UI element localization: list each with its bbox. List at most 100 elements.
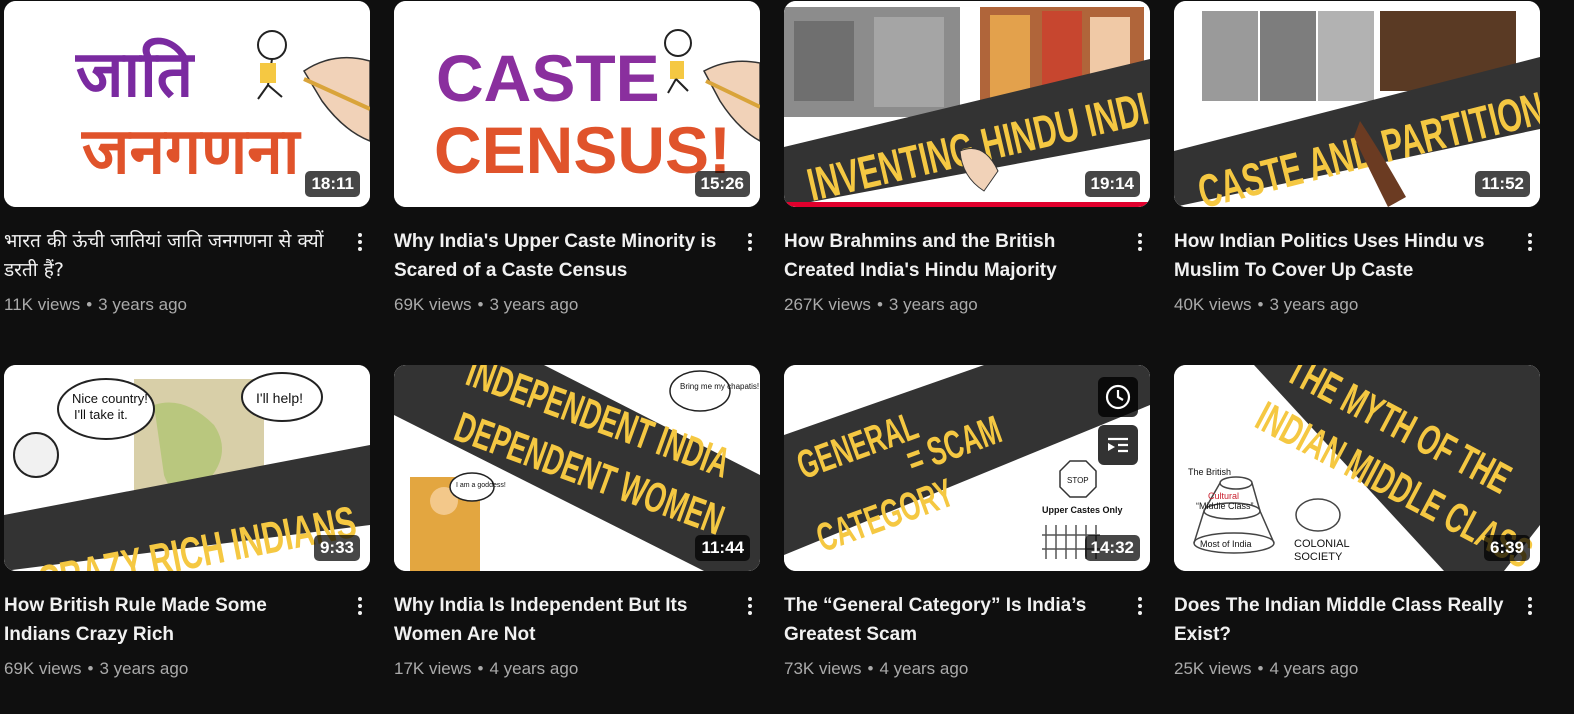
video-info: How British Rule Made Some Indians Crazy… [4,591,372,681]
meta-separator: • [86,295,93,314]
video-meta: 11K views • 3 years ago [4,293,336,317]
more-vert-icon[interactable] [1128,229,1152,255]
video-card[interactable]: THE MYTH OF THE INDIAN MIDDLE CLASS The … [1174,365,1542,681]
video-title[interactable]: The “General Category” Is India’s Greate… [784,591,1116,649]
thumb-text: Upper Castes Only [1042,505,1123,515]
video-title[interactable]: How Indian Politics Uses Hindu vs Muslim… [1174,227,1506,285]
thumb-text: COLONIAL [1294,538,1350,550]
upload-age: 3 years ago [888,295,978,314]
video-title[interactable]: How British Rule Made Some Indians Crazy… [4,591,336,649]
thumb-text: I am a goddess! [456,482,506,489]
watch-progress-bar [784,202,1150,207]
video-info: The “General Category” Is India’s Greate… [784,591,1152,681]
upload-age: 3 years ago [99,659,189,678]
view-count: 40K views [1174,295,1252,314]
thumb-text: Bring me my chapatis! [680,382,759,391]
video-thumbnail[interactable]: Nice country! I'll take it. I'll help! C… [4,365,370,571]
thumb-text: CENSUS! [434,113,731,187]
video-thumbnail[interactable]: CASTE AND PARTITION 11:52 [1174,1,1540,207]
duration-badge: 11:44 [695,535,750,561]
thumb-text: Cultural [1208,491,1239,501]
more-vert-icon[interactable] [738,229,762,255]
video-meta: 17K views • 4 years ago [394,657,726,681]
upload-age: 4 years ago [879,659,969,678]
thumb-text: STOP [1067,476,1089,485]
view-count: 69K views [4,659,82,678]
video-meta: 267K views • 3 years ago [784,293,1116,317]
duration-badge: 11:52 [1475,171,1530,197]
video-title[interactable]: Does The Indian Middle Class Really Exis… [1174,591,1506,649]
video-card[interactable]: जाति जनगणना 18:11 भारत की ऊंची जातियां ज… [4,1,372,317]
add-to-queue-icon[interactable] [1098,425,1138,465]
video-title[interactable]: Why India Is Independent But Its Women A… [394,591,726,649]
video-thumbnail[interactable]: जाति जनगणना 18:11 [4,1,370,207]
more-vert-icon[interactable] [348,593,372,619]
more-vert-icon[interactable] [1518,593,1542,619]
video-card[interactable]: GENERAL CATEGORY = SCAM STOP Upper Caste… [784,365,1152,681]
thumb-text: जाति [75,37,196,112]
meta-separator: • [477,659,484,678]
view-count: 69K views [394,295,472,314]
view-count: 73K views [784,659,862,678]
view-count: 267K views [784,295,871,314]
video-title[interactable]: भारत की ऊंची जातियां जाति जनगणना से क्यो… [4,227,336,285]
video-title[interactable]: Why India's Upper Caste Minority is Scar… [394,227,726,285]
view-count: 11K views [4,295,81,314]
watch-later-icon[interactable] [1098,377,1138,417]
thumb-text: SOCIETY [1294,551,1343,563]
more-vert-icon[interactable] [1518,229,1542,255]
upload-age: 3 years ago [1269,295,1359,314]
video-thumbnail[interactable]: INVENTING HINDU INDIA 19:14 [784,1,1150,207]
upload-age: 4 years ago [1269,659,1359,678]
thumb-text: I'll take it. [74,407,128,422]
video-card[interactable]: INDEPENDENT INDIA DEPENDENT WOMEN Bring … [394,365,762,681]
meta-separator: • [867,659,874,678]
video-meta: 69K views • 3 years ago [394,293,726,317]
thumb-text: CASTE [436,41,660,115]
duration-badge: 19:14 [1084,171,1140,197]
video-info: भारत की ऊंची जातियां जाति जनगणना से क्यो… [4,227,372,317]
video-card[interactable]: CASTE CENSUS! 15:26 Why India's Upper Ca… [394,1,762,317]
video-card[interactable]: CASTE AND PARTITION 11:52 How Indian Pol… [1174,1,1542,317]
duration-badge: 14:32 [1084,535,1140,561]
video-grid: जाति जनगणना 18:11 भारत की ऊंची जातियां ज… [0,0,1574,714]
duration-badge: 6:39 [1483,535,1530,561]
more-vert-icon[interactable] [348,229,372,255]
video-thumbnail[interactable]: INDEPENDENT INDIA DEPENDENT WOMEN Bring … [394,365,760,571]
thumb-text: I'll help! [256,390,303,406]
video-info: Why India's Upper Caste Minority is Scar… [394,227,762,317]
video-info: How Brahmins and the British Created Ind… [784,227,1152,317]
video-info: Why India Is Independent But Its Women A… [394,591,762,681]
video-thumbnail[interactable]: THE MYTH OF THE INDIAN MIDDLE CLASS The … [1174,365,1540,571]
thumb-text: जनगणना [81,115,302,189]
upload-age: 3 years ago [489,295,579,314]
thumb-text: Nice country! [72,391,148,406]
video-meta: 40K views • 3 years ago [1174,293,1506,317]
video-info: How Indian Politics Uses Hindu vs Muslim… [1174,227,1542,317]
more-vert-icon[interactable] [1128,593,1152,619]
duration-badge: 18:11 [305,171,360,197]
duration-badge: 15:26 [694,171,750,197]
more-vert-icon[interactable] [738,593,762,619]
video-card[interactable]: Nice country! I'll take it. I'll help! C… [4,365,372,681]
video-meta: 25K views • 4 years ago [1174,657,1506,681]
video-info: Does The Indian Middle Class Really Exis… [1174,591,1542,681]
video-title[interactable]: How Brahmins and the British Created Ind… [784,227,1116,285]
video-meta: 69K views • 3 years ago [4,657,336,681]
upload-age: 3 years ago [98,295,188,314]
meta-separator: • [477,295,484,314]
video-thumbnail[interactable]: CASTE CENSUS! 15:26 [394,1,760,207]
meta-separator: • [876,295,883,314]
upload-age: 4 years ago [489,659,579,678]
video-meta: 73K views • 4 years ago [784,657,1116,681]
view-count: 25K views [1174,659,1252,678]
thumb-text: The British [1188,467,1231,477]
meta-separator: • [1257,659,1264,678]
meta-separator: • [87,659,94,678]
duration-badge: 9:33 [313,535,360,561]
meta-separator: • [1257,295,1264,314]
thumb-text: Most of India [1200,539,1252,549]
video-card[interactable]: INVENTING HINDU INDIA 19:14 How Brahmins… [784,1,1152,317]
thumb-text: “Middle Class” [1196,501,1254,511]
video-thumbnail[interactable]: GENERAL CATEGORY = SCAM STOP Upper Caste… [784,365,1150,571]
